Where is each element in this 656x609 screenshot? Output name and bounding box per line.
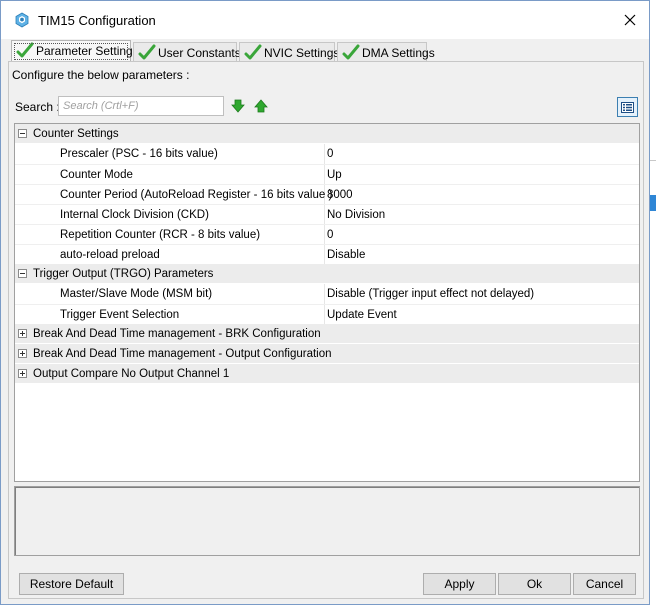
configure-label: Configure the below parameters : [12,68,190,82]
tab-label: User Constants [158,46,241,60]
param-row[interactable]: Trigger Event Selection Update Event [15,304,639,325]
search-previous-arrow-up-icon[interactable] [254,99,268,113]
param-row[interactable]: Repetition Counter (RCR - 8 bits value) … [15,224,639,245]
param-row[interactable]: Master/Slave Mode (MSM bit) Disable (Tri… [15,284,639,304]
check-mark-icon [342,44,360,60]
check-mark-icon [244,44,262,60]
list-view-icon [621,101,634,113]
check-mark-icon [16,42,34,58]
cube-app-icon [15,12,29,28]
group-label: Break And Dead Time management - BRK Con… [33,328,321,340]
param-value[interactable]: 8000 [327,185,353,205]
expand-toggle-icon[interactable] [18,369,27,378]
group-label: Break And Dead Time management - Output … [33,348,332,360]
param-name: Prescaler (PSC - 16 bits value) [15,144,325,164]
param-value[interactable]: 0 [327,225,333,245]
parameter-tree: Counter Settings Prescaler (PSC - 16 bit… [14,123,640,482]
tab-label: DMA Settings [362,46,435,60]
description-area [14,486,640,556]
group-brk-configuration[interactable]: Break And Dead Time management - BRK Con… [15,324,639,344]
view-toggle-button[interactable] [617,97,638,117]
param-name: Master/Slave Mode (MSM bit) [15,284,325,304]
check-mark-icon [138,44,156,60]
expand-toggle-icon[interactable] [18,329,27,338]
title-bar[interactable]: TIM15 Configuration [1,1,649,39]
tab-parameter-settings[interactable]: Parameter Settings [11,40,139,62]
tab-dma-settings[interactable]: DMA Settings [337,42,435,62]
apply-button[interactable]: Apply [423,573,496,595]
tim15-configuration-dialog: TIM15 Configuration Parameter Settings U… [0,0,650,605]
tab-user-constants[interactable]: User Constants [133,42,241,62]
param-row[interactable]: Counter Period (AutoReload Register - 16… [15,184,639,205]
param-value[interactable]: 0 [327,144,333,164]
group-label: Trigger Output (TRGO) Parameters [33,268,214,280]
close-icon [624,14,636,26]
param-name: Counter Mode [15,165,325,185]
background-divider-right [650,160,656,161]
collapse-toggle-icon[interactable] [18,269,27,278]
window-title: TIM15 Configuration [38,13,156,28]
param-value[interactable]: Update Event [327,305,397,325]
ok-button[interactable]: Ok [498,573,571,595]
param-name: auto-reload preload [15,245,325,265]
restore-default-button[interactable]: Restore Default [19,573,124,595]
tab-label: NVIC Settings [264,46,340,60]
group-label: Output Compare No Output Channel 1 [33,368,230,380]
group-trigger-output-parameters[interactable]: Trigger Output (TRGO) Parameters [15,264,639,284]
param-value[interactable]: Disable (Trigger input effect not delaye… [327,284,534,304]
collapse-toggle-icon[interactable] [18,129,27,138]
param-name: Internal Clock Division (CKD) [15,205,325,225]
search-input[interactable] [58,96,224,116]
parameter-settings-panel: Configure the below parameters : Search … [8,61,644,599]
param-name: Trigger Event Selection [15,305,325,325]
param-name: Counter Period (AutoReload Register - 16… [15,185,332,205]
search-label: Search : [15,100,60,114]
search-next-arrow-down-icon[interactable] [231,99,245,113]
param-value[interactable]: No Division [327,205,385,225]
expand-toggle-icon[interactable] [18,349,27,358]
param-row[interactable]: Internal Clock Division (CKD) No Divisio… [15,204,639,225]
param-row[interactable]: auto-reload preload Disable [15,244,639,265]
cancel-button[interactable]: Cancel [573,573,636,595]
background-window-edge-right [650,195,656,211]
group-counter-settings[interactable]: Counter Settings [15,124,639,144]
param-value[interactable]: Disable [327,245,365,265]
tab-nvic-settings[interactable]: NVIC Settings [239,42,339,62]
param-name: Repetition Counter (RCR - 8 bits value) [15,225,325,245]
group-label: Counter Settings [33,128,119,140]
param-row[interactable]: Counter Mode Up [15,164,639,185]
group-output-configuration[interactable]: Break And Dead Time management - Output … [15,344,639,364]
param-row[interactable]: Prescaler (PSC - 16 bits value) 0 [15,144,639,164]
close-button[interactable] [613,7,647,33]
param-value[interactable]: Up [327,165,342,185]
group-output-compare-channel-1[interactable]: Output Compare No Output Channel 1 [15,364,639,384]
tab-label: Parameter Settings [36,44,139,58]
